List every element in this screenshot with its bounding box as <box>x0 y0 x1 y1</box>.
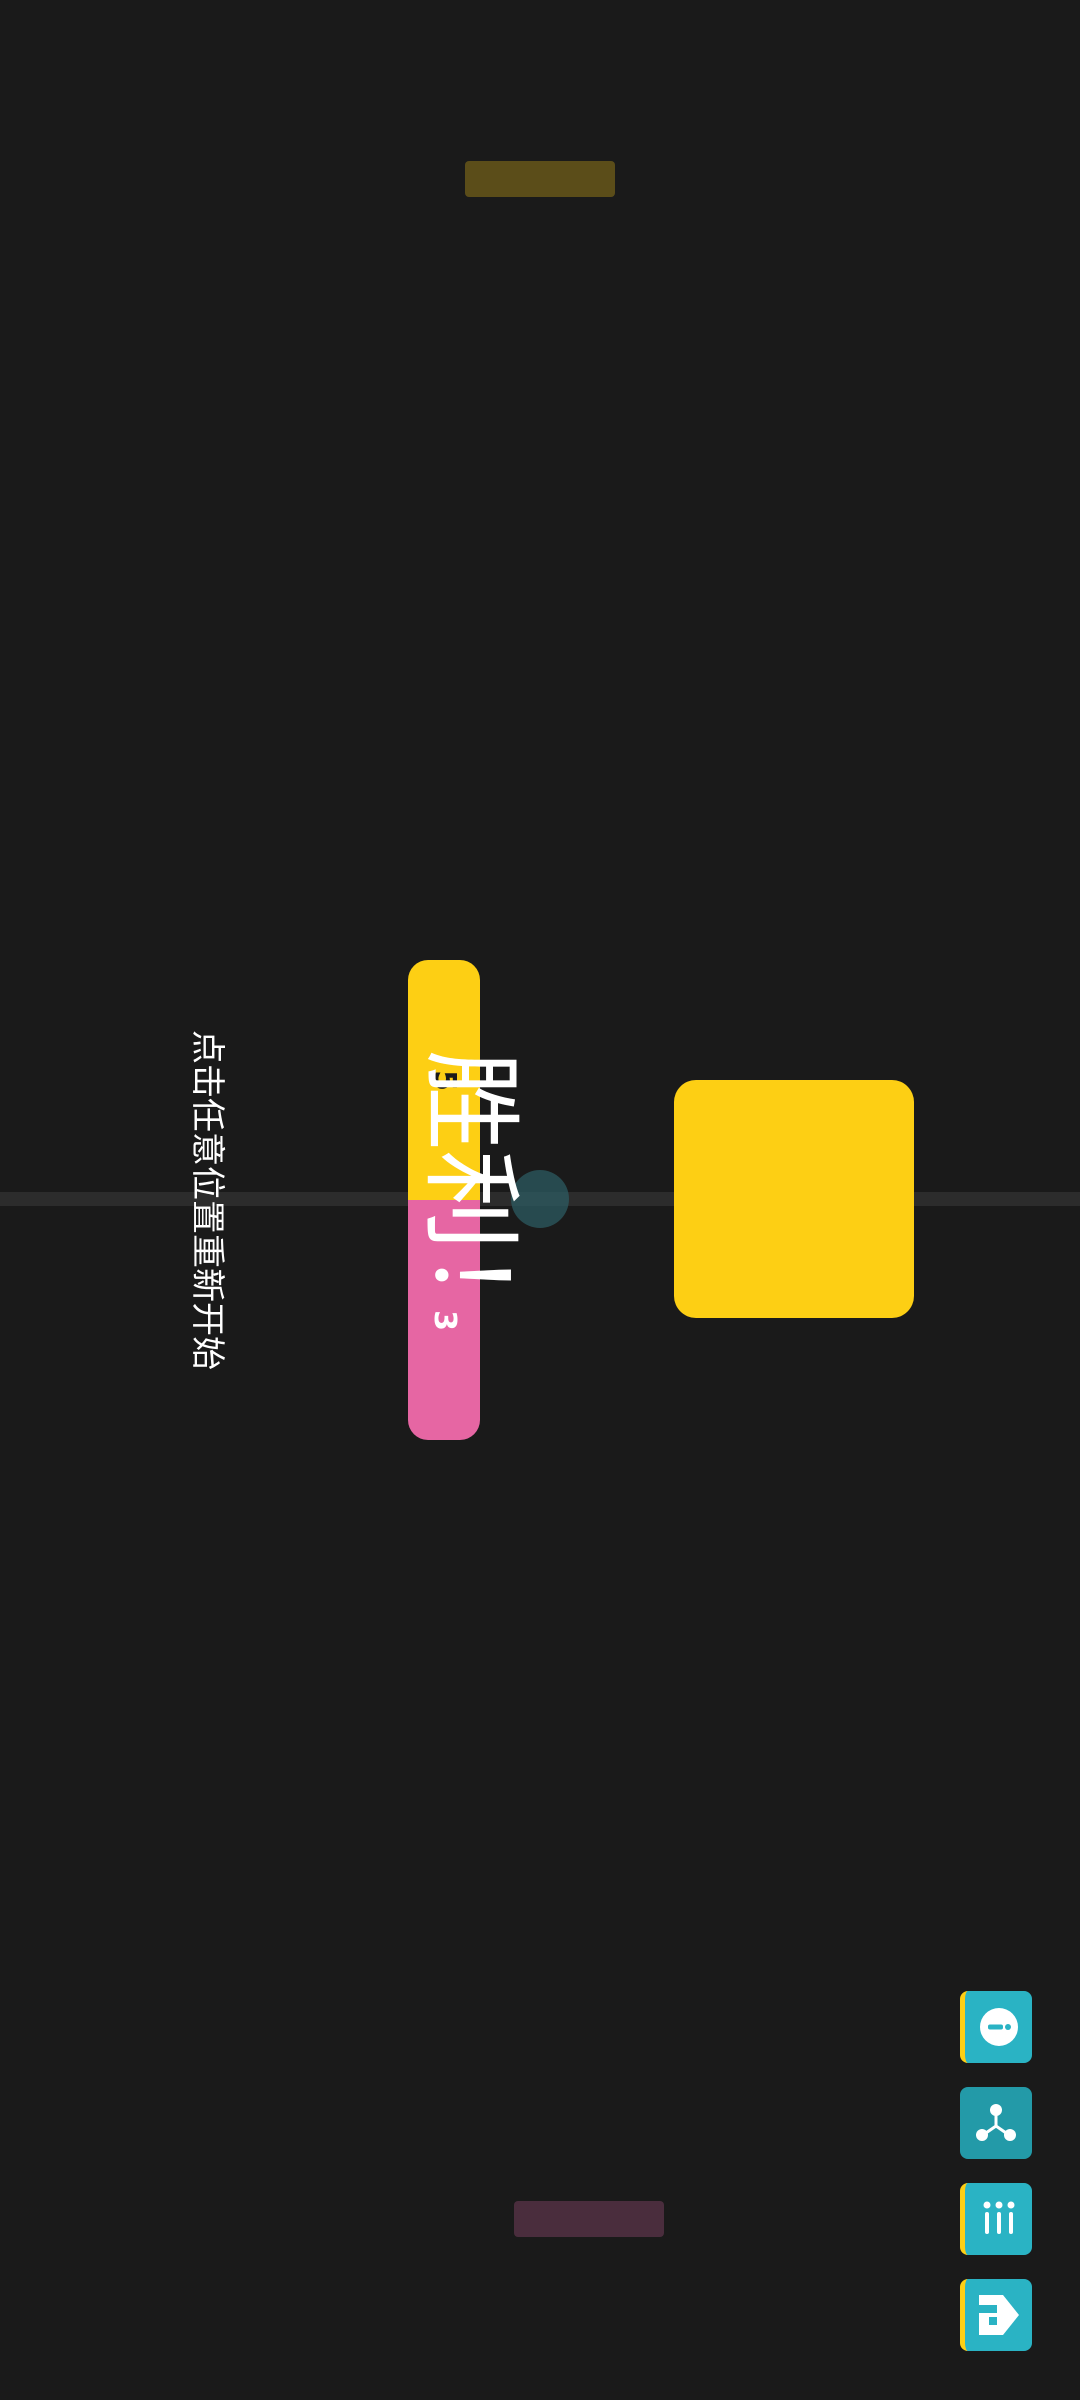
home-icon <box>978 2295 1019 2335</box>
opponent-paddle <box>465 161 615 197</box>
restart-hint: 点击任意位置重新开始 <box>187 1030 227 1370</box>
share-button[interactable] <box>960 2087 1032 2159</box>
info-button[interactable] <box>960 1991 1032 2063</box>
player-paddle <box>514 2201 664 2237</box>
winner-color-swatch <box>674 1080 914 1318</box>
stats-button[interactable] <box>960 2183 1032 2255</box>
game-board[interactable]: 5 3 胜利！ 点击任意位置重新开始 <box>0 0 1080 2400</box>
victory-title: 胜利！ <box>412 1050 529 1350</box>
stats-icon <box>983 2201 1014 2234</box>
share-icon <box>976 2104 1016 2141</box>
home-button[interactable] <box>960 2279 1032 2351</box>
info-icon <box>979 2008 1018 2046</box>
